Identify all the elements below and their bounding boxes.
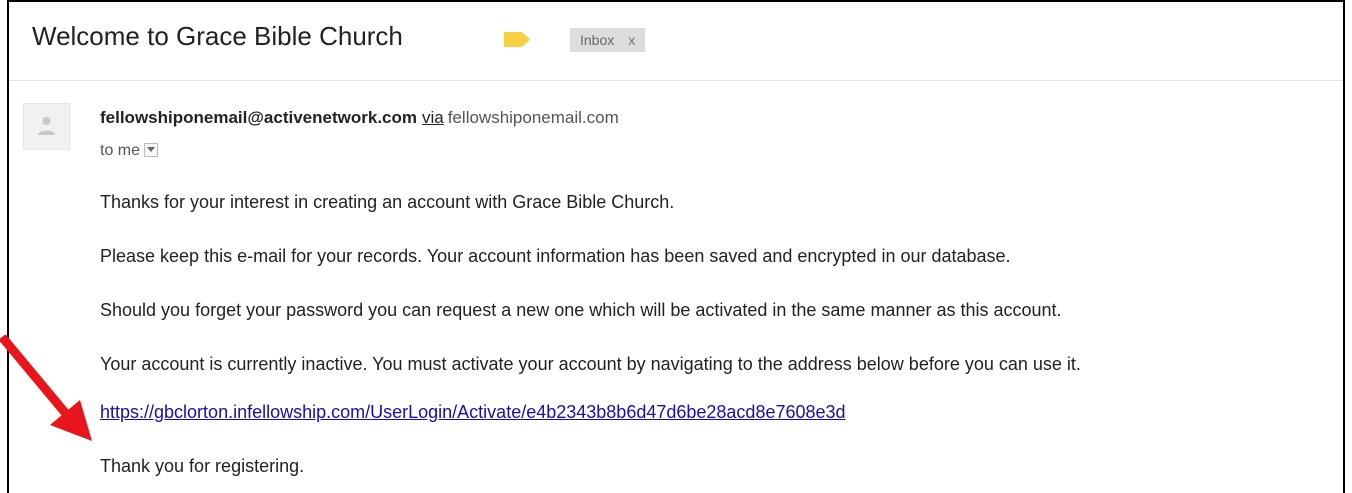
- inbox-label-chip[interactable]: Inbox x: [570, 28, 646, 52]
- importance-label-icon[interactable]: [504, 32, 530, 47]
- person-icon: [38, 117, 55, 135]
- avatar: [23, 103, 70, 150]
- email-view: Welcome to Grace Bible Church Inbox x fel…: [7, 0, 1345, 493]
- inbox-label-text: Inbox: [580, 32, 615, 48]
- body-paragraph-1: Thanks for your interest in creating an …: [100, 192, 675, 212]
- remove-label-button[interactable]: x: [628, 32, 635, 48]
- subject-bar: Welcome to Grace Bible Church Inbox x: [9, 2, 1343, 81]
- body-closing: Thank you for registering.: [100, 456, 305, 476]
- via-domain: fellowshiponemail.com: [447, 108, 619, 127]
- recipient-line: to me: [100, 142, 159, 160]
- body-paragraph-4: Your account is currently inactive. You …: [100, 354, 1081, 374]
- body-paragraph-2: Please keep this e-mail for your records…: [100, 246, 1011, 266]
- sender-email[interactable]: fellowshiponemail@activenetwork.com: [100, 108, 417, 127]
- sender-line: fellowshiponemail@activenetwork.com via fe…: [100, 108, 619, 128]
- via-link[interactable]: via: [422, 108, 444, 127]
- recipient-text: to me: [100, 142, 141, 159]
- body-paragraph-3: Should you forget your password you can …: [100, 300, 1062, 320]
- red-arrow-annotation: [0, 335, 92, 441]
- email-subject: Welcome to Grace Bible Church: [32, 21, 403, 51]
- activation-link[interactable]: https://gbclorton.infellowship.com/UserL…: [100, 402, 846, 423]
- details-dropdown-button[interactable]: [144, 143, 159, 157]
- chevron-down-icon: [147, 147, 156, 152]
